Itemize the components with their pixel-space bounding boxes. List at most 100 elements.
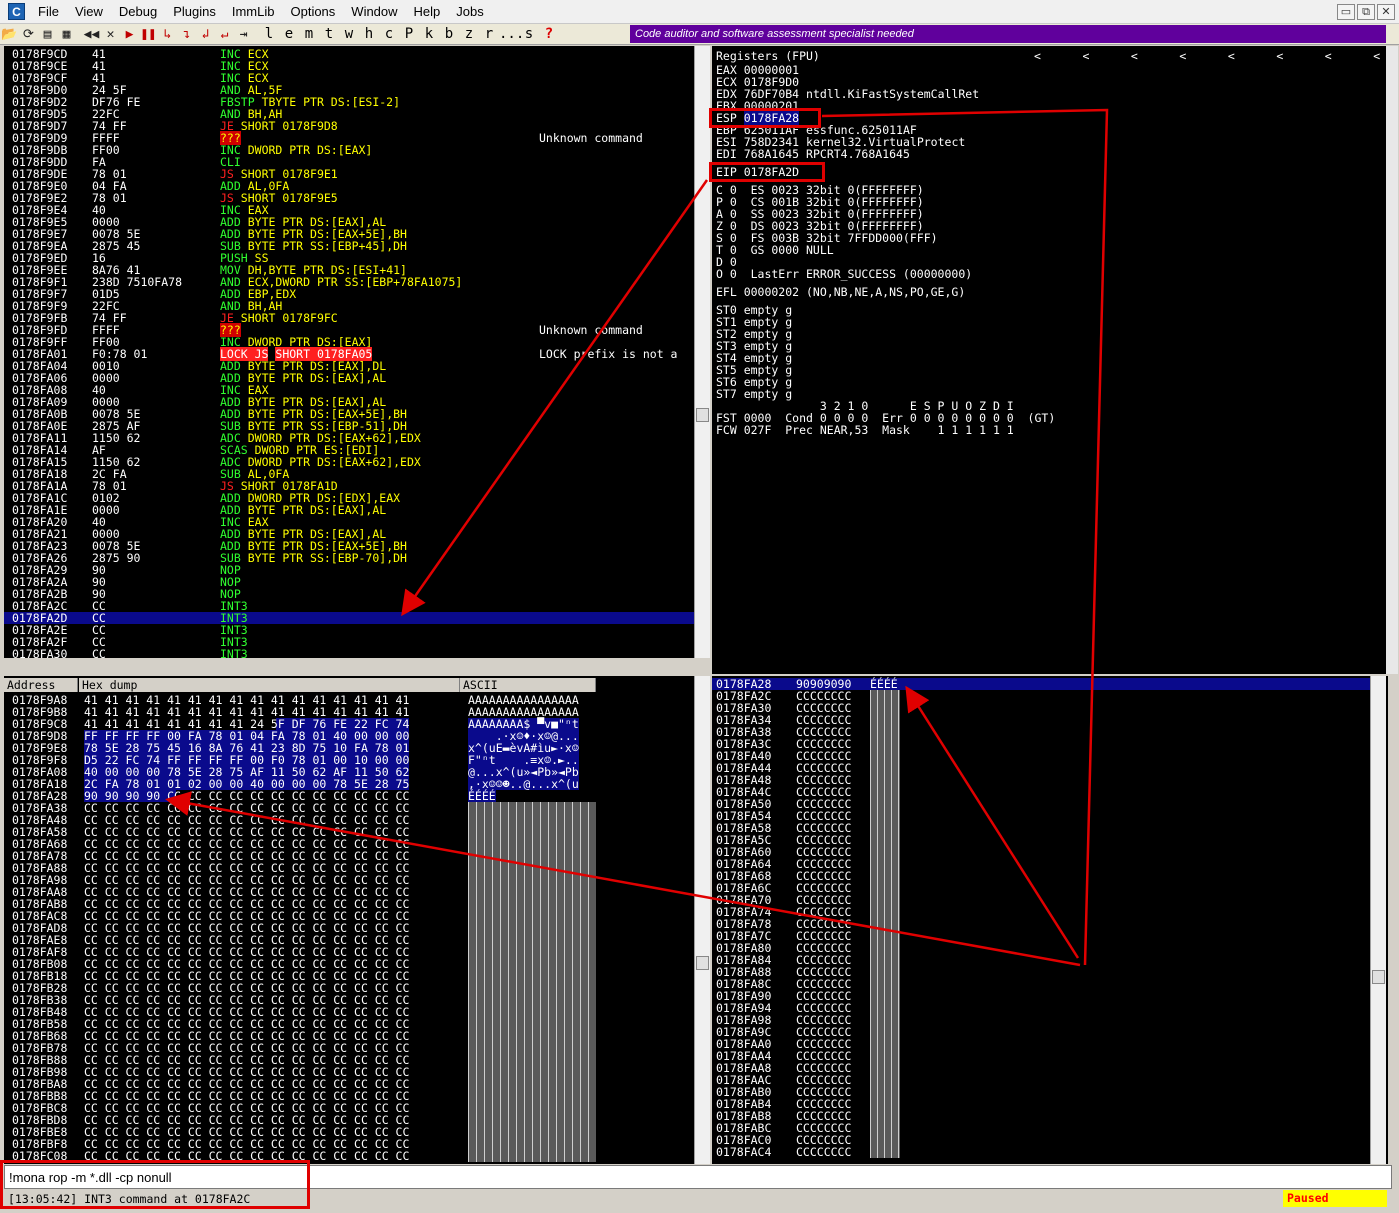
dump-header-ascii[interactable]: ASCII [460, 678, 596, 692]
registers-pane[interactable]: Registers (FPU) < < < < < < < < EAX 000000… [712, 46, 1388, 674]
step-over-icon[interactable]: ↴ [177, 26, 196, 43]
registers-scrollbar[interactable] [1386, 46, 1398, 674]
disasm-row[interactable]: 0178FA2D CC INT3 [4, 612, 694, 624]
toolbar-window-s[interactable]: s [519, 26, 539, 43]
toolbar-window-h[interactable]: h [359, 26, 379, 43]
menu-jobs[interactable]: Jobs [448, 1, 491, 23]
step-into-icon[interactable]: ↳ [158, 26, 177, 43]
dump-ascii [468, 1054, 596, 1066]
help-icon[interactable]: ? [539, 26, 559, 43]
restore-icon[interactable]: ⧉ [1357, 4, 1375, 20]
disassembly-pane[interactable]: 0178F9CD 41 INC ECX 0178F9CE 41 INC ECX 0178F9… [4, 46, 710, 658]
pause-icon[interactable]: ❚❚ [139, 26, 158, 43]
disasm-mnemonic: INT3 [220, 647, 248, 658]
disassembly-scrollbar[interactable] [694, 46, 710, 658]
toolbar-window-c[interactable]: c [379, 26, 399, 43]
disasm-row[interactable]: 0178FA29 90 NOP [4, 564, 694, 576]
disasm-row[interactable]: 0178F9CD 41 INC ECX [4, 48, 694, 60]
disasm-comment: Unknown command [539, 323, 643, 337]
register-nav-arrows[interactable]: < < < < < < < < [1034, 50, 1380, 62]
eip-annotation-box [709, 162, 825, 182]
disasm-row[interactable]: 0178FA2E CC INT3 [4, 624, 694, 636]
toolbar-window-dots[interactable]: ... [499, 26, 524, 43]
menu-window[interactable]: Window [343, 1, 405, 23]
toolbar-window-l[interactable]: l [259, 26, 279, 43]
menu-items: File View Debug Plugins ImmLib Options Window H… [30, 1, 492, 23]
toolbar-window-m[interactable]: m [299, 26, 319, 43]
open-folder-icon[interactable]: 📂 [0, 26, 19, 43]
disasm-row[interactable]: 0178FA2F CC INT3 [4, 636, 694, 648]
disasm-row[interactable]: 0178FA30 CC INT3 [4, 648, 694, 658]
trace-into-icon[interactable]: ↲ [196, 26, 215, 43]
toolbar-window-k[interactable]: k [419, 26, 439, 43]
restart-icon[interactable]: ▤ [38, 26, 57, 43]
menu-immlib[interactable]: ImmLib [224, 1, 283, 23]
rewind-icon[interactable]: ◀◀ [82, 26, 101, 43]
toolbar-window-b[interactable]: b [439, 26, 459, 43]
toolbar-window-w[interactable]: w [339, 26, 359, 43]
disasm-row[interactable]: 0178F9EA 2875 45 SUB BYTE PTR SS:[EBP+45],… [4, 240, 694, 252]
menu-file[interactable]: File [30, 1, 67, 23]
register-row-edi[interactable]: EDI 768A1645 RPCRT4.768A1645 [716, 148, 910, 160]
disasm-instruction: INT3 [220, 648, 248, 658]
menu-help[interactable]: Help [406, 1, 449, 23]
menu-options[interactable]: Options [282, 1, 343, 23]
disasm-row[interactable]: 0178F9E2 78 01 JS SHORT 0178F9E5 [4, 192, 694, 204]
disasm-row[interactable]: 0178FA2A 90 NOP [4, 576, 694, 588]
stop-icon[interactable]: ✕ [101, 26, 120, 43]
toolbar-window-r[interactable]: r [479, 26, 499, 43]
disasm-comment: Unknown command [539, 131, 643, 145]
window-shortcut-letters: l e m t w h c Pk b z r... s [259, 26, 539, 43]
app-icon[interactable]: C [8, 3, 25, 20]
disasm-row[interactable]: 0178FA06 0000 ADD BYTE PTR DS:[EAX],AL [4, 372, 694, 384]
toolbar-window-z[interactable]: z [459, 26, 479, 43]
sponsor-banner[interactable]: Code auditor and software assessment spe… [630, 25, 1386, 43]
menu-view[interactable]: View [67, 1, 111, 23]
toolbar-window-e[interactable]: e [279, 26, 299, 43]
close-program-icon[interactable]: ▦ [57, 26, 76, 43]
stack-ascii [870, 810, 900, 822]
stack-ascii: ÉÉÉÉ [870, 677, 898, 691]
hex-dump-scrollbar[interactable] [694, 676, 710, 1164]
disasm-operands: BYTE PTR SS:[EBP+45],DH [247, 239, 407, 253]
dump-header-hex-dump[interactable]: Hex dump [79, 678, 460, 692]
stack-ascii [870, 978, 900, 990]
register-info: ntdll.KiFastSystemCallRet [806, 87, 980, 101]
toolbar-window-t[interactable]: t [319, 26, 339, 43]
close-icon[interactable]: ✕ [1377, 4, 1395, 20]
execute-till-return-icon[interactable]: ⇥ [234, 26, 253, 43]
dump-ascii [468, 910, 596, 922]
disasm-row[interactable]: 0178FA1E 0000 ADD BYTE PTR DS:[EAX],AL [4, 504, 694, 516]
disasm-row[interactable]: 0178F9DB FF00 INC DWORD PTR DS:[EAX] [4, 144, 694, 156]
stack-ascii [870, 774, 900, 786]
dump-ascii [468, 970, 596, 982]
disasm-row[interactable]: 0178FA2B 90 NOP [4, 588, 694, 600]
stack-scrollbar[interactable] [1370, 676, 1386, 1164]
disasm-row[interactable]: 0178F9CE 41 INC ECX [4, 60, 694, 72]
toolbar-window-P[interactable]: P [399, 26, 419, 43]
disasm-row[interactable]: 0178FA26 2875 90 SUB BYTE PTR SS:[EBP-70],… [4, 552, 694, 564]
fpu-control-word: FCW 027F Prec NEAR,53 Mask 1 1 1 1 1 1 [716, 423, 1014, 437]
stack-ascii [870, 1038, 900, 1050]
stack-value: CCCCCCCC [796, 1145, 852, 1159]
dump-ascii [468, 862, 596, 874]
menu-debug[interactable]: Debug [111, 1, 165, 23]
stack-ascii [870, 858, 900, 870]
dump-ascii [468, 922, 596, 934]
play-icon[interactable]: ▶ [120, 26, 139, 43]
register-name: EDI [716, 147, 737, 161]
trace-over-icon[interactable]: ↵ [215, 26, 234, 43]
minimize-icon[interactable]: ▭ [1337, 4, 1355, 20]
run-icon[interactable]: ⟳ [19, 26, 38, 43]
disasm-operands: SHORT 0178F9D8 [240, 119, 338, 133]
menu-bar: C File View Debug Plugins ImmLib Options Windo… [0, 0, 1399, 24]
stack-row[interactable]: 0178FAC4 CCCCCCCC [712, 1146, 1370, 1158]
stack-pane[interactable]: 0178FA28 90909090 ÉÉÉÉ 0178FA2C CCCCCCCC 0178… [712, 676, 1388, 1164]
disasm-row[interactable]: 0178FA2C CC INT3 [4, 600, 694, 612]
menu-plugins[interactable]: Plugins [165, 1, 224, 23]
stack-ascii [870, 702, 900, 714]
hex-dump-pane[interactable]: 0178F9A8 41 41 41 41 41 41 41 41 41 41 41… [4, 676, 710, 1164]
register-value[interactable]: 768A1645 [744, 147, 799, 161]
disasm-operands: BYTE PTR SS:[EBP-70],DH [247, 551, 407, 565]
dump-header-address[interactable]: Address [4, 678, 78, 692]
